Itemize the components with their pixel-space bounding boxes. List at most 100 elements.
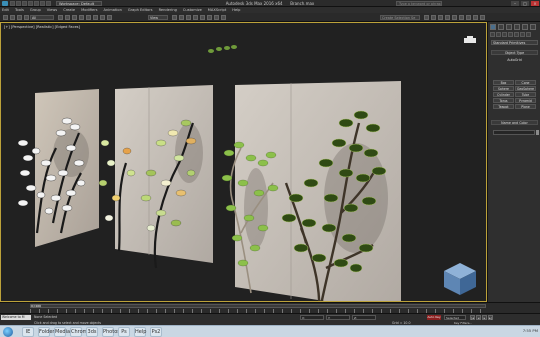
taskbar-app-photos-icon[interactable]: Photos [102, 327, 120, 337]
geosphere-button[interactable]: GeoSphere [515, 86, 536, 91]
undo-tool-icon[interactable] [3, 15, 8, 20]
edit-named-selection-icon[interactable] [221, 15, 226, 20]
display-tab-icon[interactable] [522, 24, 528, 30]
next-frame-icon[interactable]: ▸| [488, 315, 493, 320]
viewcube-icon[interactable] [442, 261, 478, 297]
taskbar-app-ps-icon[interactable]: Ps [118, 327, 130, 337]
floating-leaf-sprites[interactable] [208, 45, 237, 53]
cylinder-button[interactable]: Cylinder [493, 92, 514, 97]
shapes-icon[interactable] [496, 32, 501, 37]
taskbar-app-chrome-icon[interactable]: Chrome [70, 327, 91, 337]
systems-icon[interactable] [526, 32, 531, 37]
align-icon[interactable] [431, 15, 436, 20]
mirror-icon[interactable] [424, 15, 429, 20]
render-production-icon[interactable] [480, 15, 485, 20]
object-color-swatch[interactable] [536, 130, 539, 135]
play-icon[interactable]: ▸ [482, 315, 487, 320]
start-button-icon[interactable] [3, 327, 13, 337]
utilities-tab-icon[interactable] [530, 24, 536, 30]
close-button[interactable]: × [531, 1, 539, 6]
object-type-rollout[interactable]: Object Type [491, 50, 538, 55]
search-input[interactable]: Type a keyword or phrase [396, 1, 442, 6]
primitive-category-dropdown[interactable]: Standard Primitives [491, 40, 538, 45]
perspective-viewport[interactable]: [+] [Perspective] [Realistic] [Edged Fac… [0, 22, 487, 302]
select-object-icon[interactable] [58, 15, 63, 20]
curve-editor-icon[interactable] [445, 15, 450, 20]
select-rotate-icon[interactable] [93, 15, 98, 20]
link-icon[interactable] [17, 15, 22, 20]
helpers-icon[interactable] [514, 32, 519, 37]
x-coordinate-field[interactable]: X: [300, 315, 324, 320]
menu-item-create[interactable]: Create [63, 8, 75, 12]
unlink-icon[interactable] [24, 15, 29, 20]
z-coordinate-field[interactable]: Z: [352, 315, 376, 320]
taskbar-app-media-icon[interactable]: Media [54, 327, 70, 337]
named-selection-set-input[interactable]: Create Selection Se [380, 15, 420, 20]
menu-item-rendering[interactable]: Rendering [159, 8, 177, 12]
pivot-center-icon[interactable] [172, 15, 177, 20]
auto-key-button[interactable]: Auto Key [427, 315, 441, 320]
plane-button[interactable]: Plane [515, 104, 536, 109]
spinner-snap-icon[interactable] [214, 15, 219, 20]
taskbar-app-folder-icon[interactable]: Folder [38, 327, 54, 337]
layer-explorer-icon[interactable] [438, 15, 443, 20]
y-coordinate-field[interactable]: Y: [326, 315, 350, 320]
taskbar-app-help-icon[interactable]: Help [134, 327, 146, 337]
time-slider-track[interactable] [30, 304, 486, 308]
render-setup-icon[interactable] [466, 15, 471, 20]
object-name-field[interactable] [493, 130, 535, 135]
sphere-button[interactable]: Sphere [493, 86, 514, 91]
redo-tool-icon[interactable] [10, 15, 15, 20]
select-move-icon[interactable] [86, 15, 91, 20]
menu-item-animation[interactable]: Animation [104, 8, 122, 12]
select-manipulate-icon[interactable] [179, 15, 184, 20]
maxscript-mini-listener[interactable]: Welcome to M [1, 315, 31, 320]
snap-toggle-icon[interactable] [193, 15, 198, 20]
time-slider-handle[interactable]: 0 / 100 [31, 304, 41, 308]
geometry-icon[interactable] [490, 32, 495, 37]
schematic-view-icon[interactable] [452, 15, 457, 20]
cameras-icon[interactable] [508, 32, 513, 37]
torus-button[interactable]: Torus [493, 98, 514, 103]
camera-object-icon[interactable] [463, 36, 477, 44]
menu-item-edit[interactable]: Edit [2, 8, 9, 12]
box-button[interactable]: Box [493, 80, 514, 85]
hierarchy-tab-icon[interactable] [506, 24, 512, 30]
taskbar-app-3ds-icon[interactable]: 3ds [86, 327, 98, 337]
rectangular-selection-icon[interactable] [72, 15, 77, 20]
taskbar-app-ie-icon[interactable]: IE [22, 327, 34, 337]
select-by-name-icon[interactable] [65, 15, 70, 20]
minimize-button[interactable]: – [511, 1, 519, 6]
angle-snap-icon[interactable] [200, 15, 205, 20]
reference-coordinate-dropdown[interactable]: View [148, 15, 168, 20]
keyboard-shortcut-icon[interactable] [186, 15, 191, 20]
menu-item-group[interactable]: Group [30, 8, 41, 12]
autogrid-checkbox[interactable]: AutoGrid [491, 58, 538, 63]
menu-item-maxscript[interactable]: MAXScript [208, 8, 226, 12]
tube-button[interactable]: Tube [515, 92, 536, 97]
pyramid-button[interactable]: Pyramid [515, 98, 536, 103]
menu-item-views[interactable]: Views [47, 8, 57, 12]
go-to-start-icon[interactable]: |◂ [470, 315, 475, 320]
previous-frame-icon[interactable]: ◂ [476, 315, 481, 320]
modify-tab-icon[interactable] [498, 24, 504, 30]
motion-tab-icon[interactable] [514, 24, 520, 30]
lights-icon[interactable] [502, 32, 507, 37]
tray-clock[interactable]: 7:55 PM [523, 328, 538, 333]
menu-item-help[interactable]: Help [232, 8, 240, 12]
menu-item-graph-editors[interactable]: Graph Editors [128, 8, 153, 12]
create-tab-icon[interactable] [490, 24, 496, 30]
select-place-icon[interactable] [107, 15, 112, 20]
maximize-button[interactable]: □ [521, 1, 529, 6]
material-editor-icon[interactable] [459, 15, 464, 20]
space-warps-icon[interactable] [520, 32, 525, 37]
selection-filter-dropdown[interactable]: All [30, 15, 54, 20]
menu-item-customize[interactable]: Customize [183, 8, 202, 12]
percent-snap-icon[interactable] [207, 15, 212, 20]
menu-item-modifiers[interactable]: Modifiers [81, 8, 97, 12]
taskbar-app-ps2-icon[interactable]: Ps2 [150, 327, 162, 337]
rendered-frame-window-icon[interactable] [473, 15, 478, 20]
name-color-rollout[interactable]: Name and Color [491, 120, 538, 125]
menu-item-tools[interactable]: Tools [15, 8, 24, 12]
select-scale-icon[interactable] [100, 15, 105, 20]
